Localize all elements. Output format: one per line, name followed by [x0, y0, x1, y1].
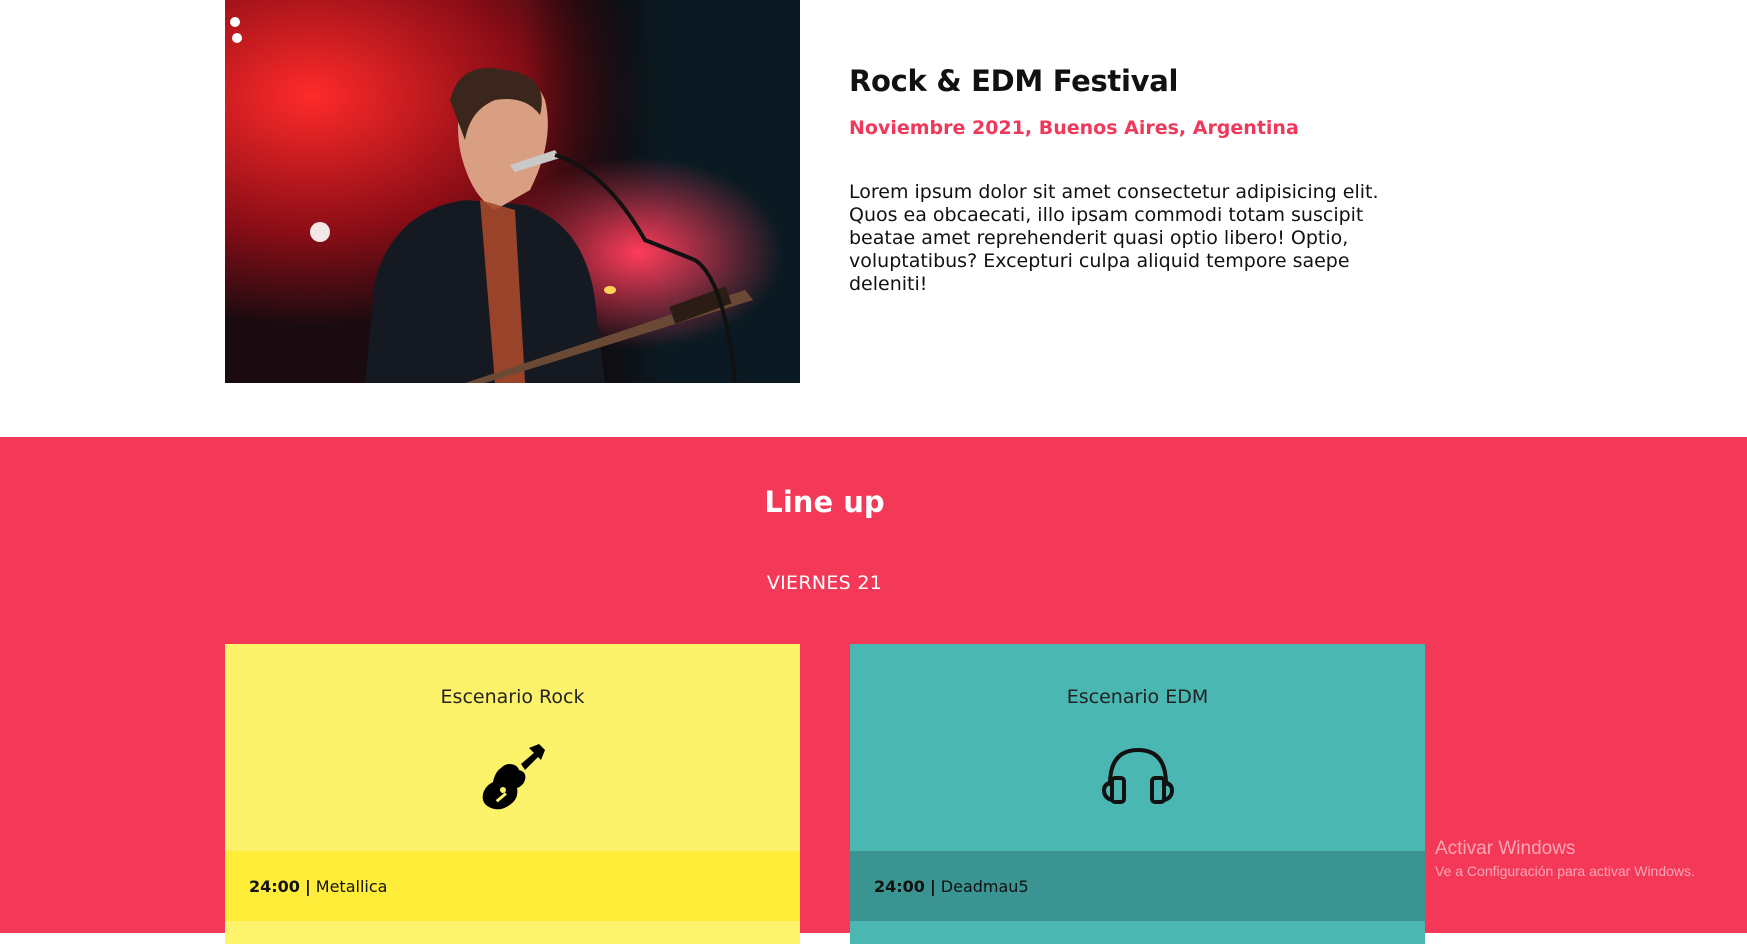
stage-card-rock: Escenario Rock 24:00 | Metallica: [225, 644, 800, 944]
stage-name: Escenario EDM: [1066, 686, 1209, 708]
windows-activation-watermark: Activar Windows Ve a Configuración para …: [1435, 838, 1695, 879]
guitar-icon: [225, 742, 800, 818]
stage-name: Escenario Rock: [440, 686, 585, 708]
lineup-title: Line up: [764, 485, 885, 519]
event-description: Lorem ipsum dolor sit amet consectetur a…: [849, 181, 1379, 295]
performance-time: 24:00: [249, 876, 300, 896]
performance-time: 24:00: [874, 876, 925, 896]
watermark-title: Activar Windows: [1435, 838, 1576, 859]
event-section: Rock & EDM Festival Noviembre 2021, Buen…: [0, 0, 1747, 437]
watermark-subtitle: Ve a Configuración para activar Windows.: [1435, 863, 1695, 879]
performance-row: 24:00 | Deadmau5: [850, 851, 1425, 921]
performance-artist: Deadmau5: [940, 876, 1029, 896]
performance-artist: Metallica: [315, 876, 388, 896]
event-title: Rock & EDM Festival: [849, 64, 1179, 98]
separator: |: [304, 876, 311, 896]
event-info: Rock & EDM Festival Noviembre 2021, Buen…: [849, 64, 1419, 296]
event-date-location: Noviembre 2021, Buenos Aires, Argentina: [849, 117, 1299, 139]
headphones-icon: [850, 742, 1425, 812]
stage-card-edm: Escenario EDM 24:00 | Deadmau5: [850, 644, 1425, 944]
performance-row: 24:00 | Metallica: [225, 851, 800, 921]
lineup-day: VIERNES 21: [766, 572, 883, 594]
concert-photo: [225, 0, 800, 383]
separator: |: [929, 876, 936, 896]
